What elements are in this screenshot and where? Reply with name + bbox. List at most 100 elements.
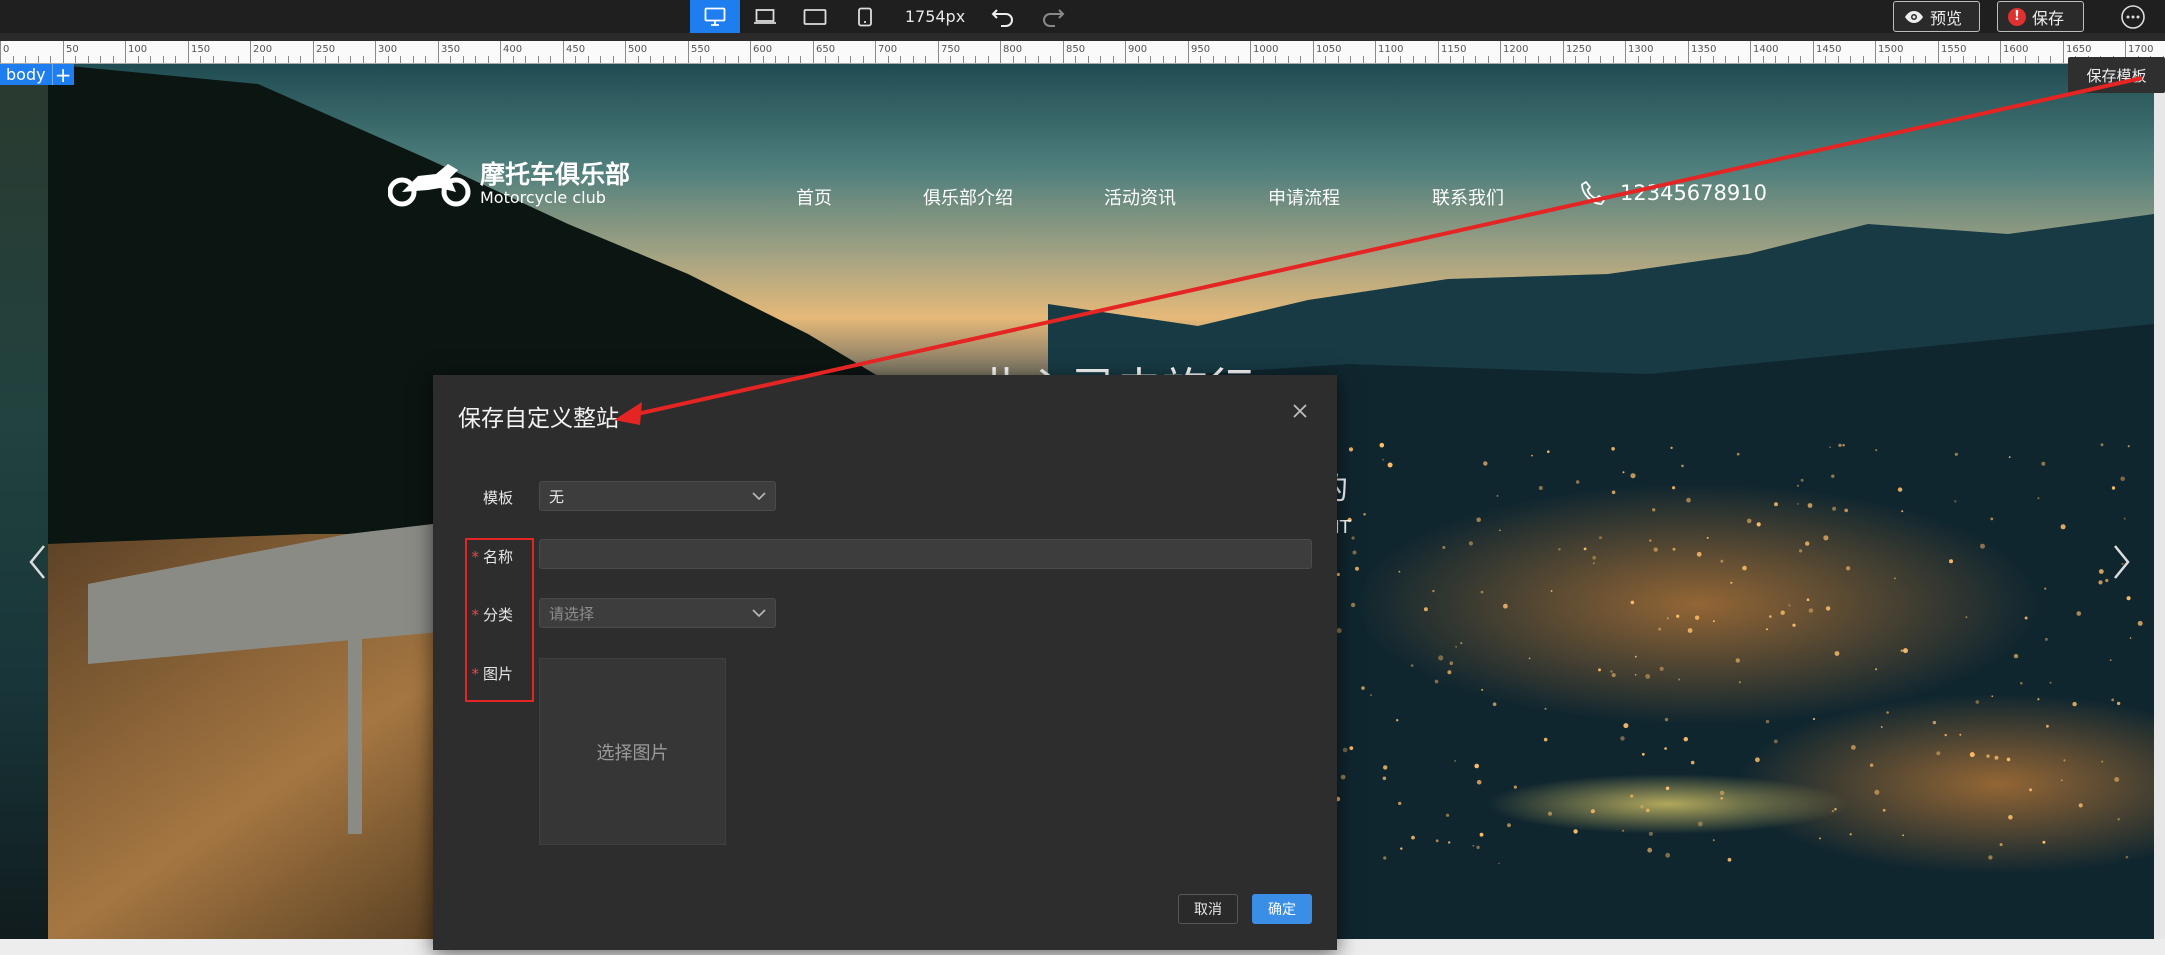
city-light: [1481, 688, 1484, 691]
city-light: [1773, 739, 1778, 744]
city-light: [1665, 786, 1670, 791]
city-light: [1340, 774, 1346, 780]
city-light: [1712, 839, 1715, 842]
city-light: [1640, 805, 1644, 809]
ruler-label: 1100: [1378, 44, 1403, 55]
city-light: [1986, 754, 1990, 758]
city-light: [1454, 759, 1457, 762]
ruler-label: 1450: [1816, 44, 1841, 55]
nav-apply-process[interactable]: 申请流程: [1268, 184, 1340, 209]
mobile-view-button[interactable]: [840, 0, 890, 33]
city-light: [1382, 776, 1387, 781]
city-light: [1630, 600, 1635, 605]
desktop-view-button[interactable]: [690, 0, 740, 33]
nav-contact[interactable]: 联系我们: [1432, 184, 1504, 209]
city-light: [1398, 801, 1402, 806]
preview-button[interactable]: 预览: [1893, 1, 1980, 32]
city-light: [2060, 779, 2063, 782]
phone-icon: [1581, 181, 1605, 205]
city-light: [1697, 821, 1703, 827]
city-light: [1842, 444, 1845, 447]
more-options-button[interactable]: [2117, 0, 2149, 33]
city-light: [1336, 628, 1342, 634]
city-light: [1611, 673, 1616, 678]
city-light: [1610, 670, 1613, 673]
ruler-label: 800: [1003, 44, 1022, 55]
city-light: [1361, 686, 1365, 690]
cancel-button[interactable]: 取消: [1178, 894, 1238, 924]
undo-button[interactable]: [982, 0, 1024, 33]
save-template-tooltip[interactable]: 保存模板: [2068, 57, 2165, 93]
category-select[interactable]: 请选择: [539, 598, 776, 628]
template-label: 模板: [433, 487, 513, 508]
dialog-title: 保存自定义整站: [458, 406, 619, 432]
city-light: [1468, 541, 1473, 546]
laptop-view-button[interactable]: [740, 0, 790, 33]
city-light: [2024, 616, 2028, 620]
desktop-icon: [704, 7, 726, 26]
city-light: [2111, 486, 2116, 490]
city-light: [1886, 711, 1889, 714]
city-light: [1647, 847, 1653, 853]
nav-home[interactable]: 首页: [796, 184, 832, 209]
redo-button[interactable]: [1032, 0, 1074, 33]
city-light: [1712, 620, 1715, 623]
chevron-down-icon: [752, 609, 766, 618]
city-light: [1583, 547, 1587, 551]
template-label-text: 模板: [482, 489, 513, 507]
city-light: [2037, 497, 2040, 500]
nav-club-intro[interactable]: 俱乐部介绍: [923, 184, 1013, 209]
city-light: [1483, 461, 1488, 466]
city-light: [1503, 603, 1508, 609]
city-light: [2125, 855, 2129, 859]
city-light: [1845, 566, 1851, 571]
city-light: [1735, 658, 1741, 663]
template-select[interactable]: 无: [539, 481, 776, 511]
redo-icon: [1043, 8, 1065, 27]
city-light: [2060, 524, 2066, 530]
city-light: [1672, 547, 1676, 551]
city-light: [1476, 779, 1482, 785]
confirm-button[interactable]: 确定: [1252, 894, 1312, 924]
city-light: [1351, 536, 1355, 540]
tablet-landscape-view-button[interactable]: [790, 0, 840, 33]
city-light: [2129, 637, 2132, 639]
city-light: [1994, 755, 1999, 760]
city-light: [1474, 763, 1479, 769]
header-phone[interactable]: 12345678910: [1580, 180, 1767, 206]
ruler-label: 500: [628, 44, 647, 55]
city-light: [1834, 651, 1840, 656]
body-element-tag[interactable]: body +: [0, 64, 74, 87]
horizontal-ruler[interactable]: 0 50 100 150 200 250 300 350 400 450 500 550 600 650 7…: [0, 41, 2165, 64]
city-light: [1756, 522, 1761, 527]
city-light: [1547, 450, 1550, 454]
ruler-label: 1000: [1253, 44, 1278, 55]
mobile-icon: [858, 7, 872, 26]
city-light: [2137, 620, 2143, 626]
add-element-icon[interactable]: +: [51, 64, 74, 87]
city-light: [1476, 517, 1481, 523]
ruler-label: 1050: [1316, 44, 1341, 55]
image-picker[interactable]: 选择图片: [539, 658, 726, 845]
city-light: [1894, 577, 1896, 580]
city-light: [2117, 818, 2120, 821]
city-light: [1593, 562, 1595, 564]
city-light: [1498, 862, 1500, 865]
ruler-label: 750: [941, 44, 960, 55]
city-light: [1507, 823, 1511, 828]
name-input[interactable]: [539, 539, 1312, 569]
city-light: [1844, 508, 1848, 513]
city-light: [1720, 797, 1723, 800]
nav-news[interactable]: 活动资讯: [1104, 184, 1176, 209]
save-button[interactable]: ! 保存: [1997, 1, 2084, 32]
slider-next-button[interactable]: [2111, 544, 2131, 584]
slider-prev-button[interactable]: [28, 544, 48, 584]
city-light: [1932, 720, 1937, 725]
city-light: [1902, 834, 1904, 837]
city-light: [1969, 752, 1975, 758]
city-light: [1476, 845, 1480, 850]
dialog-close-button[interactable]: [1291, 402, 1309, 420]
city-light: [1634, 655, 1637, 658]
site-logo[interactable]: 摩托车俱乐部 Motorcycle club: [388, 160, 630, 208]
city-light: [1975, 700, 1980, 704]
